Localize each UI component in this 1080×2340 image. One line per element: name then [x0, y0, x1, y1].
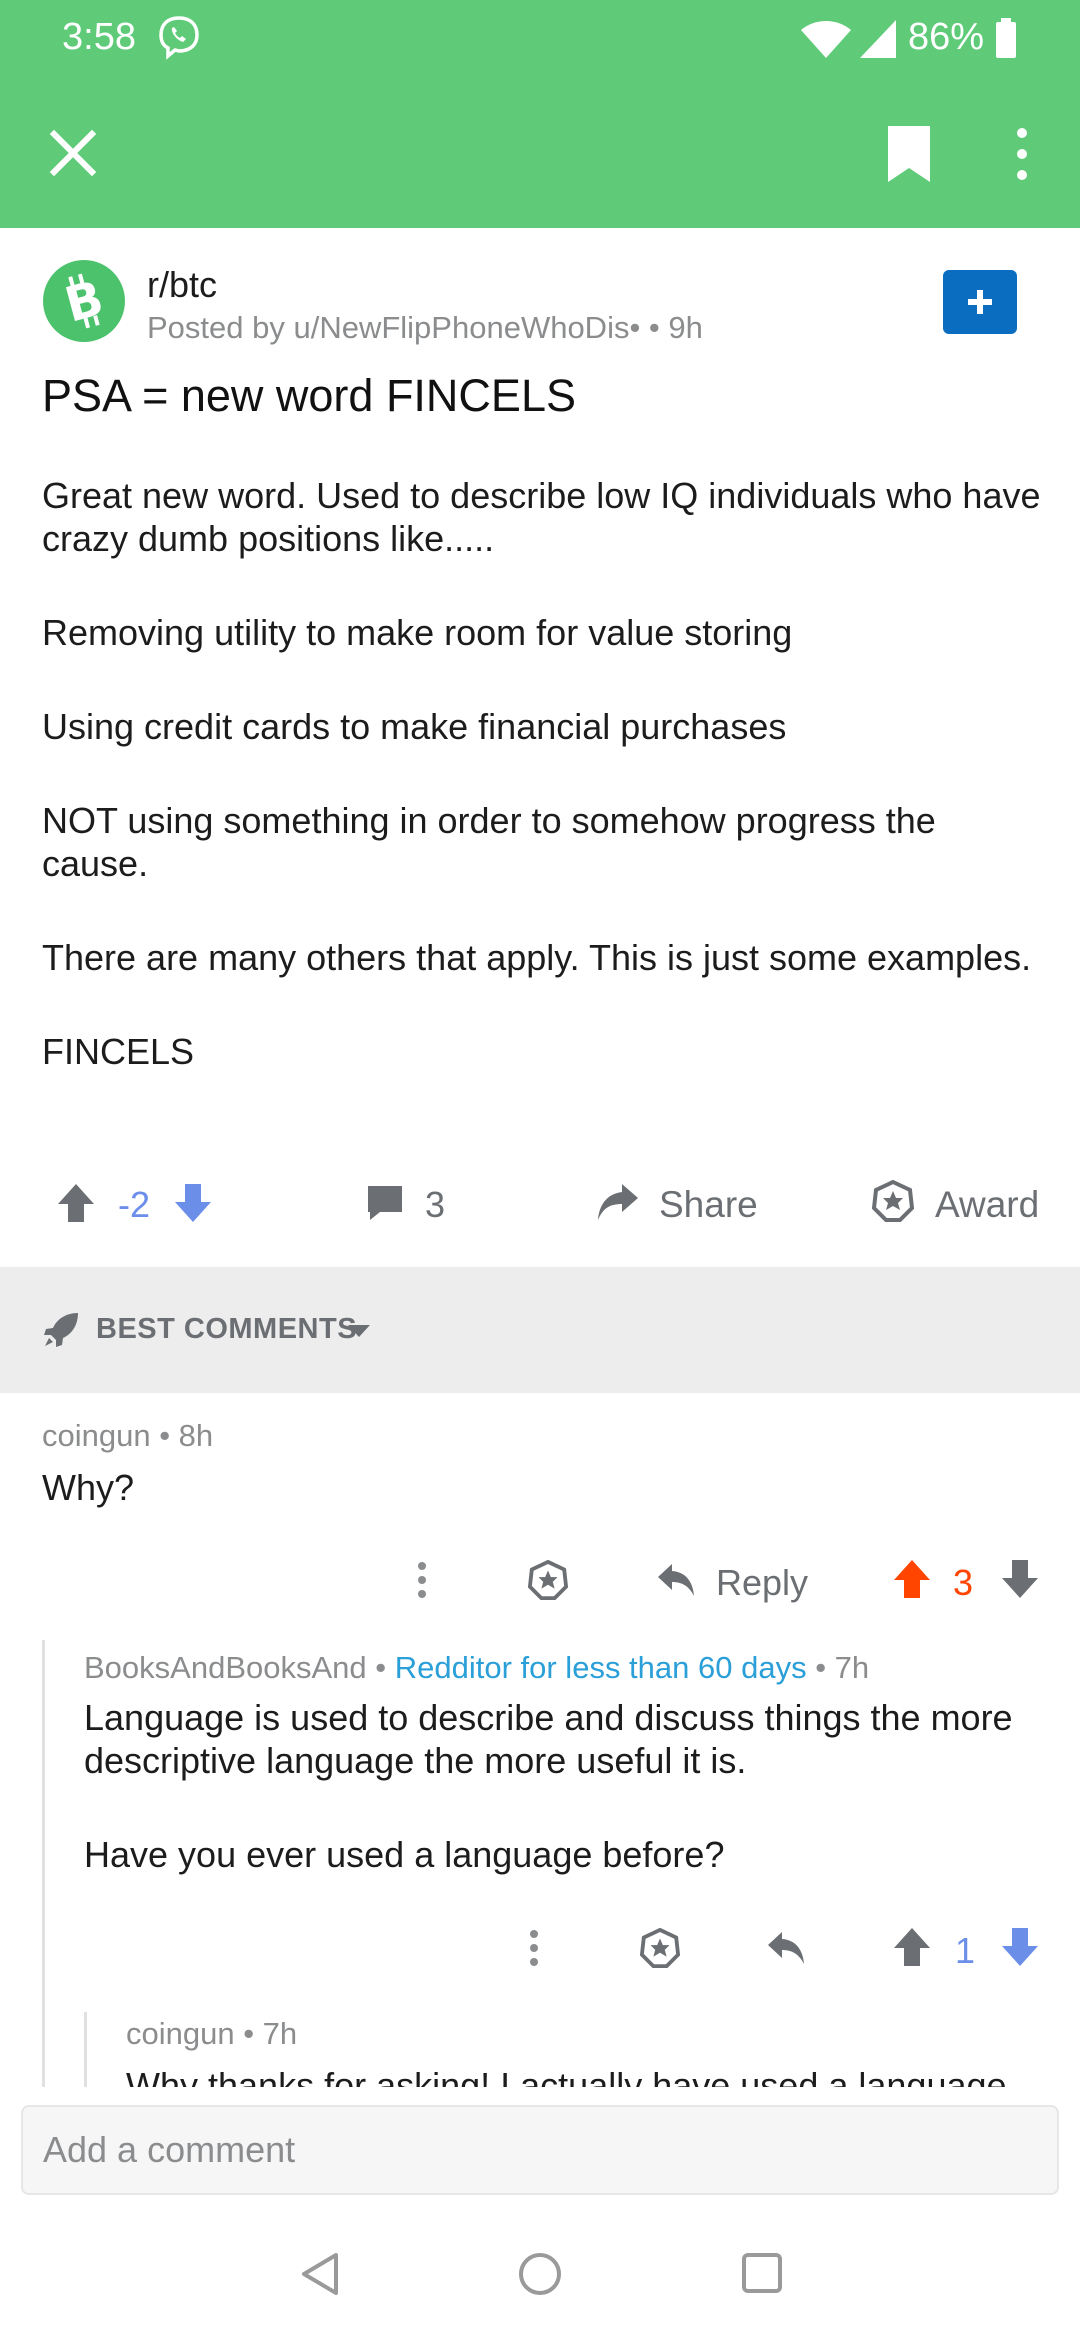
comment-composer	[0, 2087, 1080, 2207]
signal-icon	[860, 20, 896, 58]
comment-sort-bar[interactable]: BEST COMMENTS	[0, 1267, 1080, 1393]
post-score: -2	[118, 1184, 151, 1225]
battery-percent: 86%	[908, 16, 985, 58]
plus-icon	[968, 290, 992, 314]
rocket-icon	[44, 1313, 78, 1347]
sort-label[interactable]: BEST COMMENTS	[96, 1313, 357, 1346]
comment-meta[interactable]: coingun • 7h	[126, 2016, 297, 2052]
status-time: 3:58	[62, 16, 136, 58]
post-paragraph: FINCELS	[42, 1031, 195, 1072]
comment-author[interactable]: coingun	[42, 1418, 151, 1453]
thread-line[interactable]	[84, 2012, 87, 2092]
nav-recents-icon[interactable]	[740, 2251, 784, 2295]
reply-button[interactable]: Reply	[716, 1562, 808, 1604]
comment-icon[interactable]	[366, 1184, 404, 1222]
comment-meta[interactable]: BooksAndBooksAnd • Redditor for less tha…	[84, 1650, 869, 1686]
system-nav-bar	[0, 2207, 1080, 2340]
caret-down-icon[interactable]	[346, 1323, 372, 1339]
comment-input-box[interactable]	[21, 2105, 1059, 2195]
comment-paragraph: Why?	[42, 1467, 135, 1508]
comment-time: • 8h	[159, 1418, 214, 1453]
reply-icon[interactable]	[656, 1562, 696, 1598]
status-bar: 3:58 86%	[0, 0, 1080, 80]
comment-input[interactable]	[23, 2107, 1057, 2193]
subreddit-avatar[interactable]: B	[43, 260, 125, 342]
more-vert-icon[interactable]	[410, 1560, 434, 1600]
bitcoin-cash-icon: B	[59, 270, 109, 334]
reply-icon[interactable]	[766, 1930, 806, 1966]
comment-paragraph: Have you ever used a language before?	[84, 1834, 725, 1875]
post-body: Great new word. Used to describe low IQ …	[42, 474, 1042, 1124]
comment-score: 3	[953, 1562, 974, 1603]
comment-body: Language is used to describe and discuss…	[84, 1696, 1064, 1927]
nav-back-icon[interactable]	[298, 2251, 342, 2297]
wifi-icon	[801, 21, 851, 58]
comment-body: Why?	[42, 1466, 1042, 1560]
downvote-icon[interactable]	[1000, 1926, 1040, 1968]
post-paragraph: Using credit cards to make financial pur…	[42, 706, 787, 747]
subreddit-name[interactable]: r/btc	[147, 264, 217, 306]
comment-meta[interactable]: coingun • 8h	[42, 1418, 213, 1454]
more-vert-icon[interactable]	[1006, 126, 1038, 182]
bookmark-icon[interactable]	[884, 124, 934, 184]
post-meta[interactable]: Posted by u/NewFlipPhoneWhoDis• • 9h	[147, 310, 703, 346]
svg-text:B: B	[59, 270, 109, 334]
share-icon[interactable]	[596, 1182, 640, 1222]
post-paragraph: Great new word. Used to describe low IQ …	[42, 475, 1041, 559]
battery-icon	[996, 18, 1016, 58]
award-icon[interactable]	[528, 1560, 568, 1600]
user-flair: Redditor for less than 60 days	[394, 1650, 807, 1685]
post-paragraph: There are many others that apply. This i…	[42, 937, 1032, 978]
comment-paragraph: Language is used to describe and discuss…	[84, 1697, 1013, 1781]
nav-home-icon[interactable]	[517, 2251, 563, 2297]
post-paragraph: NOT using something in order to somehow …	[42, 800, 936, 884]
close-icon[interactable]	[46, 126, 100, 180]
thread-line[interactable]	[42, 1640, 45, 2090]
join-button[interactable]	[943, 270, 1017, 334]
post-actions: -2 3 Share Award	[0, 1170, 1080, 1240]
award-button[interactable]: Award	[935, 1184, 1039, 1226]
comment-author[interactable]: coingun	[126, 2016, 235, 2051]
award-icon[interactable]	[872, 1180, 914, 1222]
app-header: 3:58 86%	[0, 0, 1080, 228]
post-paragraph: Removing utility to make room for value …	[42, 612, 793, 653]
upvote-icon[interactable]	[892, 1558, 932, 1600]
more-vert-icon[interactable]	[522, 1928, 546, 1968]
comment-time: • 7h	[806, 1650, 870, 1685]
comment-score: 1	[955, 1930, 976, 1971]
comment-count[interactable]: 3	[425, 1184, 445, 1226]
comment-author[interactable]: BooksAndBooksAnd	[84, 1650, 367, 1685]
upvote-icon[interactable]	[892, 1926, 932, 1968]
post-title: PSA = new word FINCELS	[42, 370, 576, 421]
app-bar	[0, 80, 1080, 228]
upvote-icon[interactable]	[56, 1182, 96, 1224]
downvote-icon[interactable]	[1000, 1558, 1040, 1600]
viber-icon	[159, 16, 199, 60]
share-button[interactable]: Share	[659, 1184, 758, 1226]
comment-time: • 7h	[243, 2016, 298, 2051]
meta-separator: •	[366, 1650, 395, 1685]
downvote-icon[interactable]	[173, 1182, 213, 1224]
award-icon[interactable]	[640, 1928, 680, 1968]
